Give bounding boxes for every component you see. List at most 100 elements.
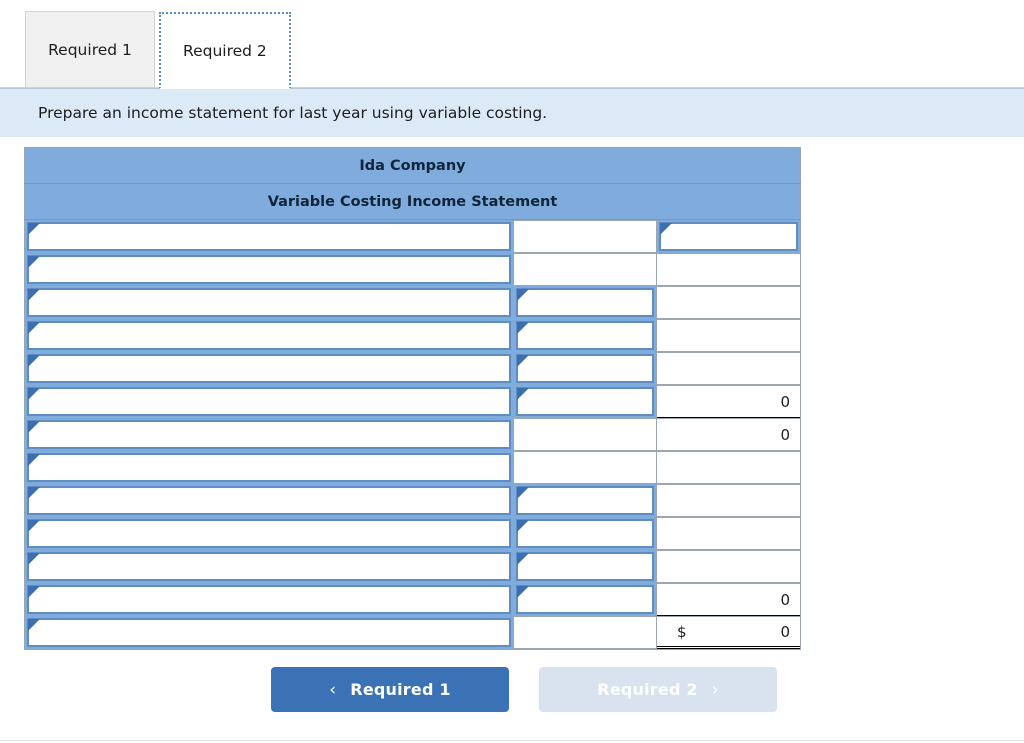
table-cell-a bbox=[24, 253, 514, 286]
table-title-row-statement: Variable Costing Income Statement bbox=[24, 183, 801, 220]
cell-input-r12-b[interactable] bbox=[516, 585, 654, 614]
table-cell-a bbox=[24, 219, 514, 253]
table-cell-c bbox=[656, 352, 801, 385]
prev-button-label: Required 1 bbox=[350, 680, 451, 699]
table-cell-b bbox=[513, 616, 657, 650]
cell-value-r8-c bbox=[657, 451, 800, 484]
table-row bbox=[24, 451, 801, 484]
cell-value-r13-c: $0 bbox=[657, 616, 800, 649]
cell-input-r10-b[interactable] bbox=[516, 519, 654, 548]
table-cell-a bbox=[24, 286, 514, 319]
table-cell-b bbox=[513, 319, 657, 352]
table-cell-c bbox=[656, 286, 801, 319]
cell-value-r4-c bbox=[657, 319, 800, 352]
table-body: 0 0 0 $0 bbox=[24, 219, 801, 650]
table-cell-a bbox=[24, 418, 514, 451]
cell-input-r11-a[interactable] bbox=[27, 552, 511, 581]
cell-input-r7-a[interactable] bbox=[27, 420, 511, 449]
tab-required-1[interactable]: Required 1 bbox=[25, 11, 155, 88]
cell-input-r4-a[interactable] bbox=[27, 321, 511, 350]
income-statement-table: Ida Company Variable Costing Income Stat… bbox=[24, 147, 801, 650]
cell-value-r8-b bbox=[514, 451, 656, 484]
cell-input-r9-a[interactable] bbox=[27, 486, 511, 515]
chevron-left-icon: ‹ bbox=[329, 679, 337, 700]
cell-input-r12-a[interactable] bbox=[27, 585, 511, 614]
table-cell-c: 0 bbox=[656, 418, 801, 451]
cell-input-r11-b[interactable] bbox=[516, 552, 654, 581]
cell-input-r3-a[interactable] bbox=[27, 288, 511, 317]
cell-value-r9-c bbox=[657, 484, 800, 517]
table-row bbox=[24, 253, 801, 286]
cell-input-r5-a[interactable] bbox=[27, 354, 511, 383]
cell-input-r1-a[interactable] bbox=[27, 222, 511, 251]
company-title: Ida Company bbox=[24, 147, 801, 184]
table-cell-c: 0 bbox=[656, 583, 801, 616]
cell-input-r13-a[interactable] bbox=[27, 618, 511, 647]
cell-amount: 0 bbox=[780, 622, 790, 641]
table-cell-c: 0 bbox=[656, 385, 801, 418]
cell-value-r2-b bbox=[514, 253, 656, 286]
cell-input-r9-b[interactable] bbox=[516, 486, 654, 515]
table-cell-a bbox=[24, 451, 514, 484]
table-cell-c bbox=[656, 219, 801, 253]
table-cell-c bbox=[656, 550, 801, 583]
currency-symbol: $ bbox=[677, 622, 687, 641]
cell-input-r6-a[interactable] bbox=[27, 387, 511, 416]
cell-value-r13-b bbox=[514, 616, 656, 649]
cell-input-r3-b[interactable] bbox=[516, 288, 654, 317]
table-cell-a bbox=[24, 517, 514, 550]
table-row: 0 bbox=[24, 385, 801, 418]
table-cell-c: $0 bbox=[656, 616, 801, 650]
table-row bbox=[24, 219, 801, 253]
cell-input-r1-c[interactable] bbox=[659, 222, 798, 251]
tab-required-2[interactable]: Required 2 bbox=[159, 12, 291, 89]
footer-divider bbox=[0, 740, 1024, 741]
chevron-right-icon: › bbox=[711, 679, 719, 700]
table-row bbox=[24, 550, 801, 583]
cell-value-r10-c bbox=[657, 517, 800, 550]
table-row bbox=[24, 319, 801, 352]
table-cell-b bbox=[513, 352, 657, 385]
instruction-text: Prepare an income statement for last yea… bbox=[38, 104, 548, 122]
cell-input-r6-b[interactable] bbox=[516, 387, 654, 416]
cell-input-r10-a[interactable] bbox=[27, 519, 511, 548]
table-cell-b bbox=[513, 550, 657, 583]
table-cell-b bbox=[513, 583, 657, 616]
table-row bbox=[24, 484, 801, 517]
table-row bbox=[24, 352, 801, 385]
next-required-2-button[interactable]: Required 2 › bbox=[539, 667, 777, 712]
tab-required-2-label: Required 2 bbox=[183, 41, 267, 60]
table-row: $0 bbox=[24, 616, 801, 650]
tab-required-1-label: Required 1 bbox=[48, 41, 132, 59]
cell-input-r4-b[interactable] bbox=[516, 321, 654, 350]
table-cell-a bbox=[24, 550, 514, 583]
table-cell-a bbox=[24, 616, 514, 650]
table-cell-b bbox=[513, 219, 657, 253]
table-cell-b bbox=[513, 253, 657, 286]
table-row bbox=[24, 517, 801, 550]
cell-input-r8-a[interactable] bbox=[27, 453, 511, 482]
prev-required-1-button[interactable]: ‹ Required 1 bbox=[271, 667, 509, 712]
table-row: 0 bbox=[24, 418, 801, 451]
table-title-row-company: Ida Company bbox=[24, 147, 801, 184]
cell-value-r5-c bbox=[657, 352, 800, 385]
tab-underline bbox=[0, 87, 1024, 88]
cell-value-r7-b bbox=[514, 418, 656, 451]
cell-input-r5-b[interactable] bbox=[516, 354, 654, 383]
table-cell-a bbox=[24, 484, 514, 517]
table-cell-a bbox=[24, 352, 514, 385]
instruction-banner: Prepare an income statement for last yea… bbox=[0, 88, 1024, 137]
pagination-controls: ‹ Required 1 Required 2 › bbox=[24, 667, 1024, 712]
next-button-label: Required 2 bbox=[597, 680, 698, 699]
cell-value-r11-c bbox=[657, 550, 800, 583]
table-cell-a bbox=[24, 319, 514, 352]
cell-value-r1-b bbox=[514, 220, 656, 253]
table-row bbox=[24, 286, 801, 319]
table-cell-b bbox=[513, 484, 657, 517]
tab-bar: Required 1 Required 2 bbox=[0, 0, 1024, 89]
cell-input-r2-a[interactable] bbox=[27, 255, 511, 284]
cell-value-r6-c: 0 bbox=[657, 385, 800, 418]
table-cell-c bbox=[656, 319, 801, 352]
worksheet-container: Ida Company Variable Costing Income Stat… bbox=[0, 137, 1024, 712]
cell-value-r2-c bbox=[657, 253, 800, 286]
